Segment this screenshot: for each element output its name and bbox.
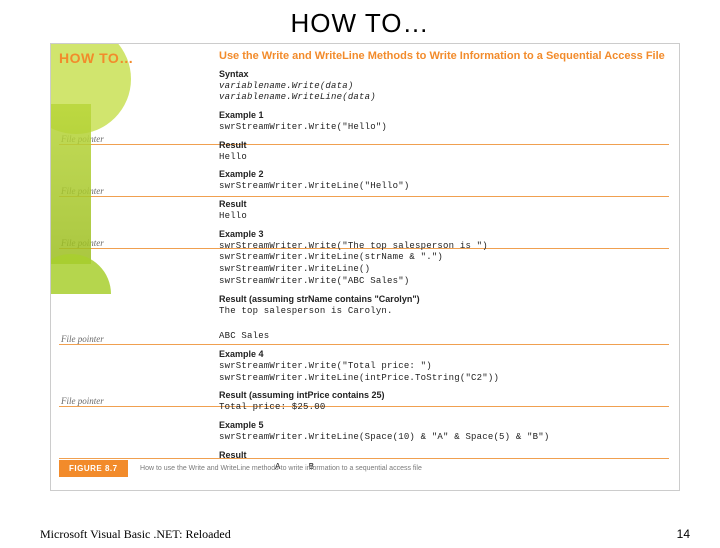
right-column: Use the Write and WriteLine Methods to W… bbox=[219, 50, 669, 475]
result-line: Total price: $25.00 bbox=[219, 402, 669, 414]
example-heading: Example 3 bbox=[219, 229, 669, 239]
code-line: swrStreamWriter.Write("Hello") bbox=[219, 122, 669, 134]
code-line: swrStreamWriter.Write("Total price: ") bbox=[219, 361, 669, 373]
file-pointer-label: File pointer bbox=[59, 396, 104, 406]
syntax-line: variablename.WriteLine(data) bbox=[219, 92, 669, 104]
example-heading: Example 2 bbox=[219, 169, 669, 179]
code-line: swrStreamWriter.WriteLine() bbox=[219, 264, 669, 276]
topic-heading: Use the Write and WriteLine Methods to W… bbox=[219, 50, 669, 63]
decorative-green-shape bbox=[51, 44, 171, 491]
result-heading: Result bbox=[219, 450, 669, 460]
figure-caption: FIGURE 8.7 How to use the Write and Writ… bbox=[59, 460, 669, 486]
example-heading: Example 4 bbox=[219, 349, 669, 359]
result-line: ABC Sales bbox=[219, 331, 669, 343]
file-pointer-label: File pointer bbox=[59, 186, 104, 196]
file-pointer-label: File pointer bbox=[59, 134, 104, 144]
code-line: swrStreamWriter.WriteLine(intPrice.ToStr… bbox=[219, 373, 669, 385]
syntax-heading: Syntax bbox=[219, 69, 669, 79]
file-pointer-label: File pointer bbox=[59, 238, 104, 248]
figure-tag: FIGURE 8.7 bbox=[59, 460, 128, 477]
result-heading: Result bbox=[219, 199, 669, 209]
syntax-line: variablename.Write(data) bbox=[219, 81, 669, 93]
page-number: 14 bbox=[677, 527, 690, 541]
result-line: The top salesperson is Carolyn. bbox=[219, 306, 669, 318]
code-line: swrStreamWriter.WriteLine(Space(10) & "A… bbox=[219, 432, 669, 444]
result-heading: Result (assuming strName contains "Carol… bbox=[219, 294, 669, 304]
result-line: Hello bbox=[219, 211, 669, 223]
result-line bbox=[219, 319, 669, 329]
example-heading: Example 1 bbox=[219, 110, 669, 120]
result-heading: Result bbox=[219, 140, 669, 150]
file-pointer-label: File pointer bbox=[59, 334, 104, 344]
howto-label: HOW TO… bbox=[59, 50, 209, 66]
code-line: swrStreamWriter.Write("ABC Sales") bbox=[219, 276, 669, 288]
code-line: swrStreamWriter.WriteLine(strName & ".") bbox=[219, 252, 669, 264]
result-heading: Result (assuming intPrice contains 25) bbox=[219, 390, 669, 400]
figure-caption-text: How to use the Write and WriteLine metho… bbox=[140, 465, 422, 473]
example-heading: Example 5 bbox=[219, 420, 669, 430]
figure-container: HOW TO… File pointer File pointer File p… bbox=[50, 43, 680, 491]
slide-title: HOW TO… bbox=[0, 8, 720, 39]
code-line: swrStreamWriter.WriteLine("Hello") bbox=[219, 181, 669, 193]
result-line: Hello bbox=[219, 152, 669, 164]
code-line: swrStreamWriter.Write("The top salespers… bbox=[219, 241, 669, 253]
left-column: HOW TO… bbox=[59, 50, 209, 70]
